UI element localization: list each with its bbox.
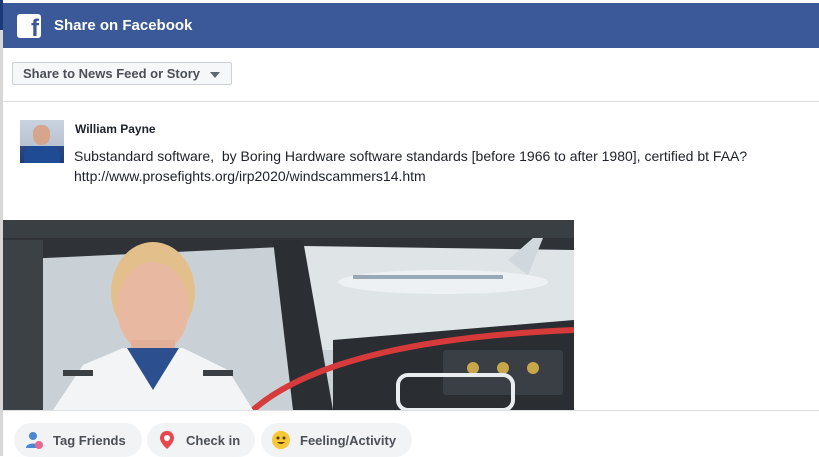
- smiley-icon: [271, 430, 291, 450]
- share-dialog-header: f Share on Facebook: [3, 3, 819, 48]
- check-in-label: Check in: [186, 432, 241, 448]
- post-link-line: http://www.prosefights.org/irp2020/winds…: [74, 168, 426, 184]
- post-text-line: Substandard software, by Boring Hardware…: [74, 148, 748, 164]
- post-text-input[interactable]: Substandard software, by Boring Hardware…: [74, 146, 814, 186]
- feeling-activity-button[interactable]: Feeling/Activity: [261, 423, 412, 457]
- location-pin-icon: [157, 430, 177, 450]
- avatar: [20, 120, 64, 163]
- share-target-label: Share to News Feed or Story: [23, 66, 200, 81]
- cockpit-photo: [3, 220, 574, 410]
- tag-friends-button[interactable]: Tag Friends: [14, 423, 142, 457]
- feeling-activity-label: Feeling/Activity: [300, 432, 397, 448]
- share-toolbar: Share to News Feed or Story: [3, 48, 819, 102]
- check-in-button[interactable]: Check in: [147, 423, 255, 457]
- share-target-dropdown[interactable]: Share to News Feed or Story: [12, 62, 232, 85]
- post-options-bar: Tag Friends Check in Feeling/Activity: [3, 410, 819, 457]
- dropdown-caret-icon: [210, 72, 220, 78]
- tag-friends-icon: [24, 430, 44, 450]
- link-preview-image[interactable]: [3, 220, 574, 410]
- facebook-logo-icon: f: [17, 13, 41, 38]
- author-name: William Payne: [75, 122, 156, 136]
- tag-friends-label: Tag Friends: [53, 432, 126, 448]
- post-composer: William Payne Substandard software, by B…: [3, 102, 819, 220]
- dialog-title: Share on Facebook: [54, 17, 193, 34]
